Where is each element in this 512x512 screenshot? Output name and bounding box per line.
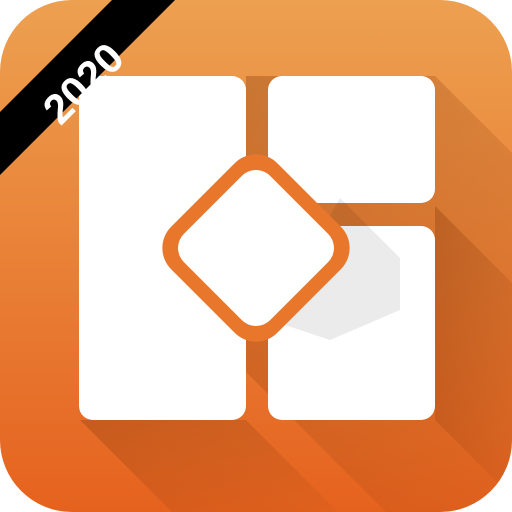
app-icon: 2020: [0, 0, 512, 512]
app-icon-graphic: 2020: [0, 0, 512, 512]
